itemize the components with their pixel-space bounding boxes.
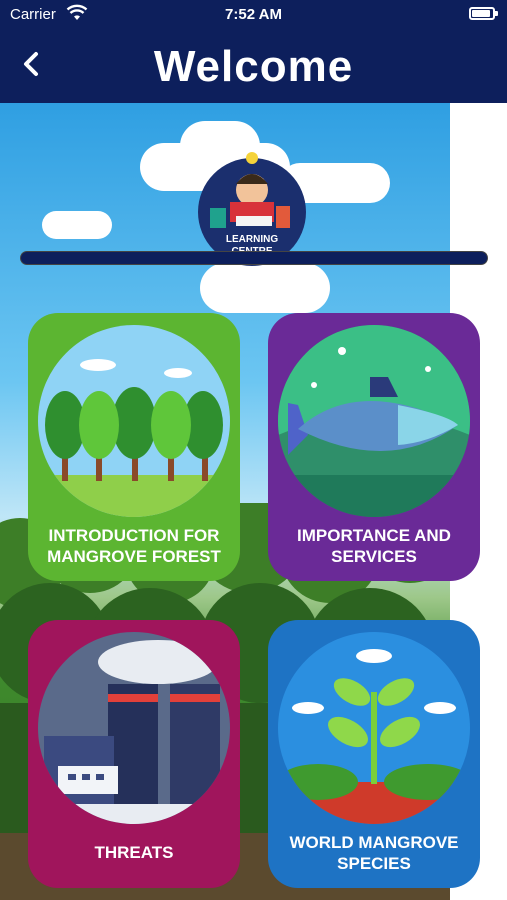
tile-label: THREATS	[94, 843, 174, 862]
navigation-bar: Carrier 7:52 AM Welcome	[0, 0, 507, 103]
seedling-icon	[278, 632, 470, 824]
tile-world-species[interactable]: WORLD MANGROVE SPECIES	[268, 620, 480, 888]
tile-label: IMPORTANCE AND SERVICES	[297, 526, 451, 566]
fish-icon	[278, 325, 470, 517]
tile-label: INTRODUCTION FOR MANGROVE FOREST	[47, 526, 221, 566]
status-time: 7:52 AM	[225, 6, 282, 23]
progress-bar	[20, 251, 488, 265]
status-bar: Carrier 7:52 AM	[0, 0, 507, 30]
tile-introduction[interactable]: INTRODUCTION FOR MANGROVE FOREST	[28, 313, 240, 581]
tile-importance[interactable]: IMPORTANCE AND SERVICES	[268, 313, 480, 581]
tile-label: WORLD MANGROVE SPECIES	[289, 833, 459, 873]
factory-icon	[38, 632, 230, 824]
forest-trees-icon	[38, 325, 230, 517]
battery-icon	[469, 7, 498, 20]
tile-threats[interactable]: THREATS	[28, 620, 240, 888]
page-title: Welcome	[153, 42, 354, 91]
